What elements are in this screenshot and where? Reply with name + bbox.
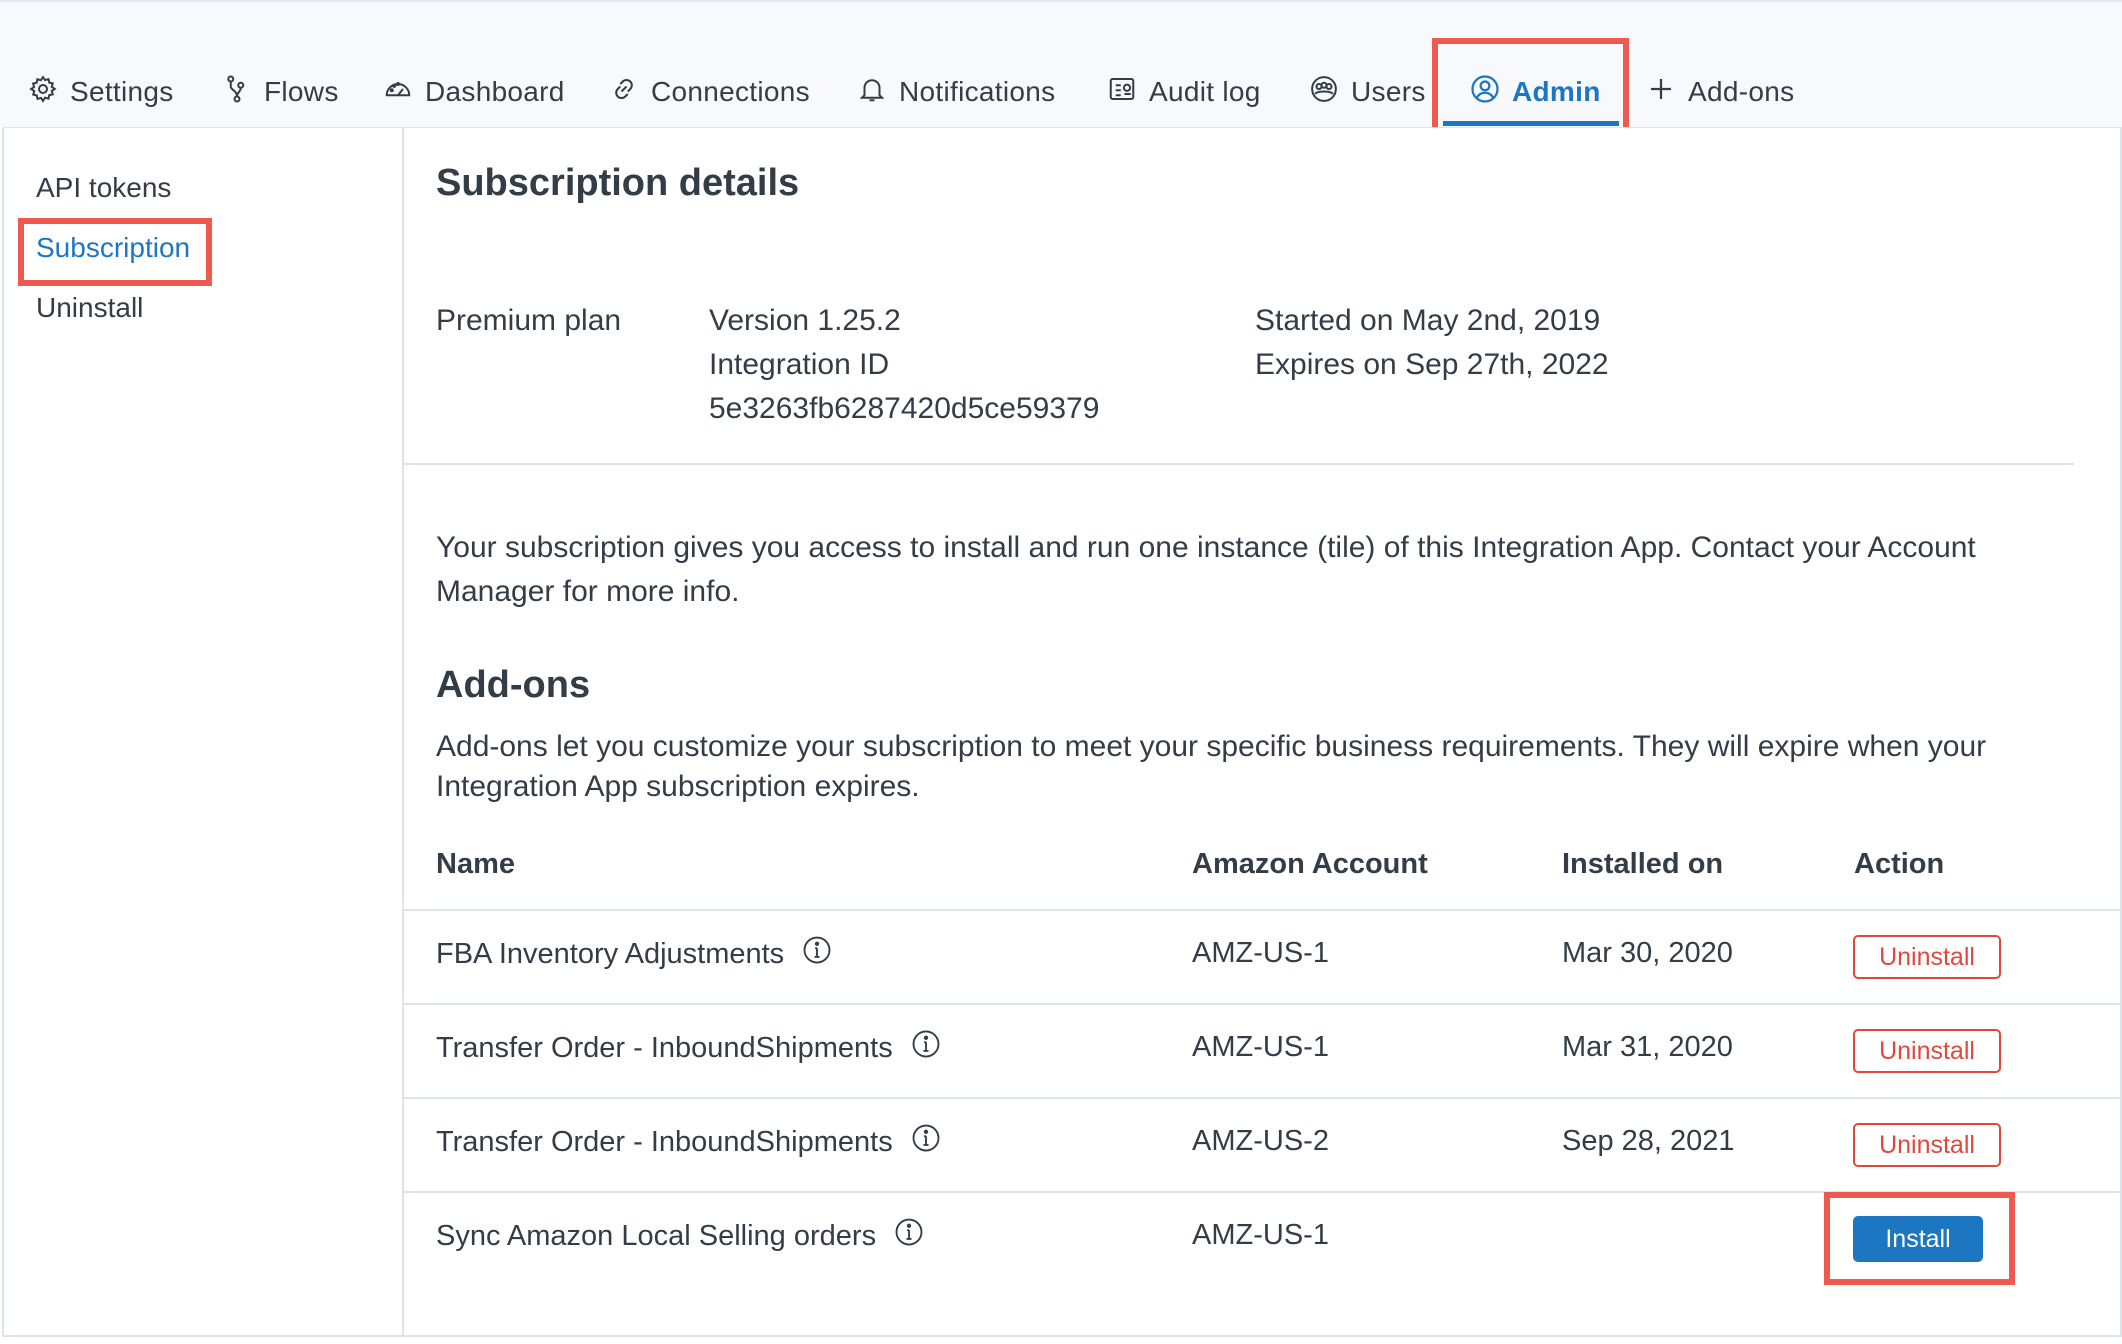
- info-icon[interactable]: [894, 1217, 924, 1255]
- table-header-divider: [404, 909, 2122, 911]
- gauge-icon: [383, 74, 413, 111]
- sidebar-item-uninstall[interactable]: Uninstall: [36, 292, 143, 324]
- addon-name: FBA Inventory Adjustments: [436, 937, 785, 970]
- tab-label: Flows: [264, 76, 339, 107]
- tab-label: Notifications: [899, 76, 1056, 107]
- tab-users[interactable]: Users: [1309, 72, 1426, 112]
- table-row: Sync Amazon Local Selling orders: [436, 1217, 924, 1255]
- uninstall-button[interactable]: Uninstall: [1853, 1123, 2001, 1167]
- table-row: Transfer Order - InboundShipments: [436, 1123, 941, 1161]
- tab-label: Audit log: [1149, 76, 1261, 107]
- audit-log-icon: [1107, 74, 1137, 111]
- bell-icon: [857, 74, 887, 111]
- tab-notifications[interactable]: Notifications: [857, 72, 1055, 112]
- tab-label: Settings: [70, 76, 174, 107]
- amazon-account: AMZ-US-1: [1192, 1219, 1329, 1251]
- integration-id-label: Integration ID: [709, 348, 890, 381]
- uninstall-button[interactable]: Uninstall: [1853, 1029, 2001, 1073]
- add-ons-heading: Add-ons: [436, 664, 591, 706]
- start-date: Started on May 2nd, 2019: [1255, 304, 1601, 337]
- tab-add-ons[interactable]: Add-ons: [1646, 72, 1794, 112]
- flows-icon: [222, 74, 252, 111]
- gear-icon: [28, 74, 58, 111]
- column-header-name: Name: [436, 848, 515, 880]
- installed-on: Sep 28, 2021: [1562, 1125, 1735, 1157]
- installed-on: Mar 30, 2020: [1562, 937, 1733, 969]
- link-icon: [609, 74, 639, 111]
- addon-name: Sync Amazon Local Selling orders: [436, 1219, 877, 1252]
- addon-name: Transfer Order - InboundShipments: [436, 1031, 893, 1064]
- info-icon[interactable]: [911, 1123, 941, 1161]
- add-ons-description: Add-ons let you customize your subscript…: [436, 730, 1987, 803]
- column-header-action: Action: [1854, 848, 1945, 880]
- plan-name: Premium plan: [436, 304, 622, 337]
- subscription-info: Your subscription gives you access to in…: [436, 531, 1976, 608]
- tab-bar: Settings Flows Dashboard Connections Not…: [0, 0, 2122, 127]
- integration-id: 5e3263fb6287420d5ce59379: [709, 392, 1100, 425]
- amazon-account: AMZ-US-1: [1192, 937, 1329, 969]
- addon-name: Transfer Order - InboundShipments: [436, 1125, 893, 1158]
- sidebar-item-api-tokens[interactable]: API tokens: [36, 172, 171, 204]
- tab-audit-log[interactable]: Audit log: [1107, 72, 1261, 112]
- plus-icon: [1646, 74, 1676, 111]
- info-icon[interactable]: [911, 1029, 941, 1067]
- tab-label: Users: [1351, 76, 1426, 107]
- tab-label: Add-ons: [1688, 76, 1795, 107]
- amazon-account: AMZ-US-2: [1192, 1125, 1329, 1157]
- tab-settings[interactable]: Settings: [28, 72, 174, 112]
- expiry-date: Expires on Sep 27th, 2022: [1255, 348, 1609, 381]
- install-button-highlight: [1824, 1192, 2015, 1285]
- page-title: Subscription details: [436, 162, 800, 204]
- installed-on: Mar 31, 2020: [1562, 1031, 1733, 1063]
- row-divider: [404, 1097, 2122, 1099]
- row-divider: [404, 1003, 2122, 1005]
- amazon-account: AMZ-US-1: [1192, 1031, 1329, 1063]
- version: Version 1.25.2: [709, 304, 901, 337]
- subscription-highlight: [18, 218, 212, 286]
- divider: [404, 463, 2074, 465]
- uninstall-button[interactable]: Uninstall: [1853, 935, 2001, 979]
- info-icon[interactable]: [802, 935, 832, 973]
- sidebar-divider: [402, 128, 404, 1337]
- column-header-amazon-account: Amazon Account: [1192, 848, 1428, 880]
- table-row: Transfer Order - InboundShipments: [436, 1029, 941, 1067]
- tab-label: Dashboard: [425, 76, 565, 107]
- table-row: FBA Inventory Adjustments: [436, 935, 832, 973]
- tab-label: Connections: [651, 76, 810, 107]
- tab-connections[interactable]: Connections: [609, 72, 810, 112]
- users-icon: [1309, 74, 1339, 111]
- column-header-installed-on: Installed on: [1562, 848, 1724, 880]
- tab-flows[interactable]: Flows: [222, 72, 339, 112]
- tab-dashboard[interactable]: Dashboard: [383, 72, 565, 112]
